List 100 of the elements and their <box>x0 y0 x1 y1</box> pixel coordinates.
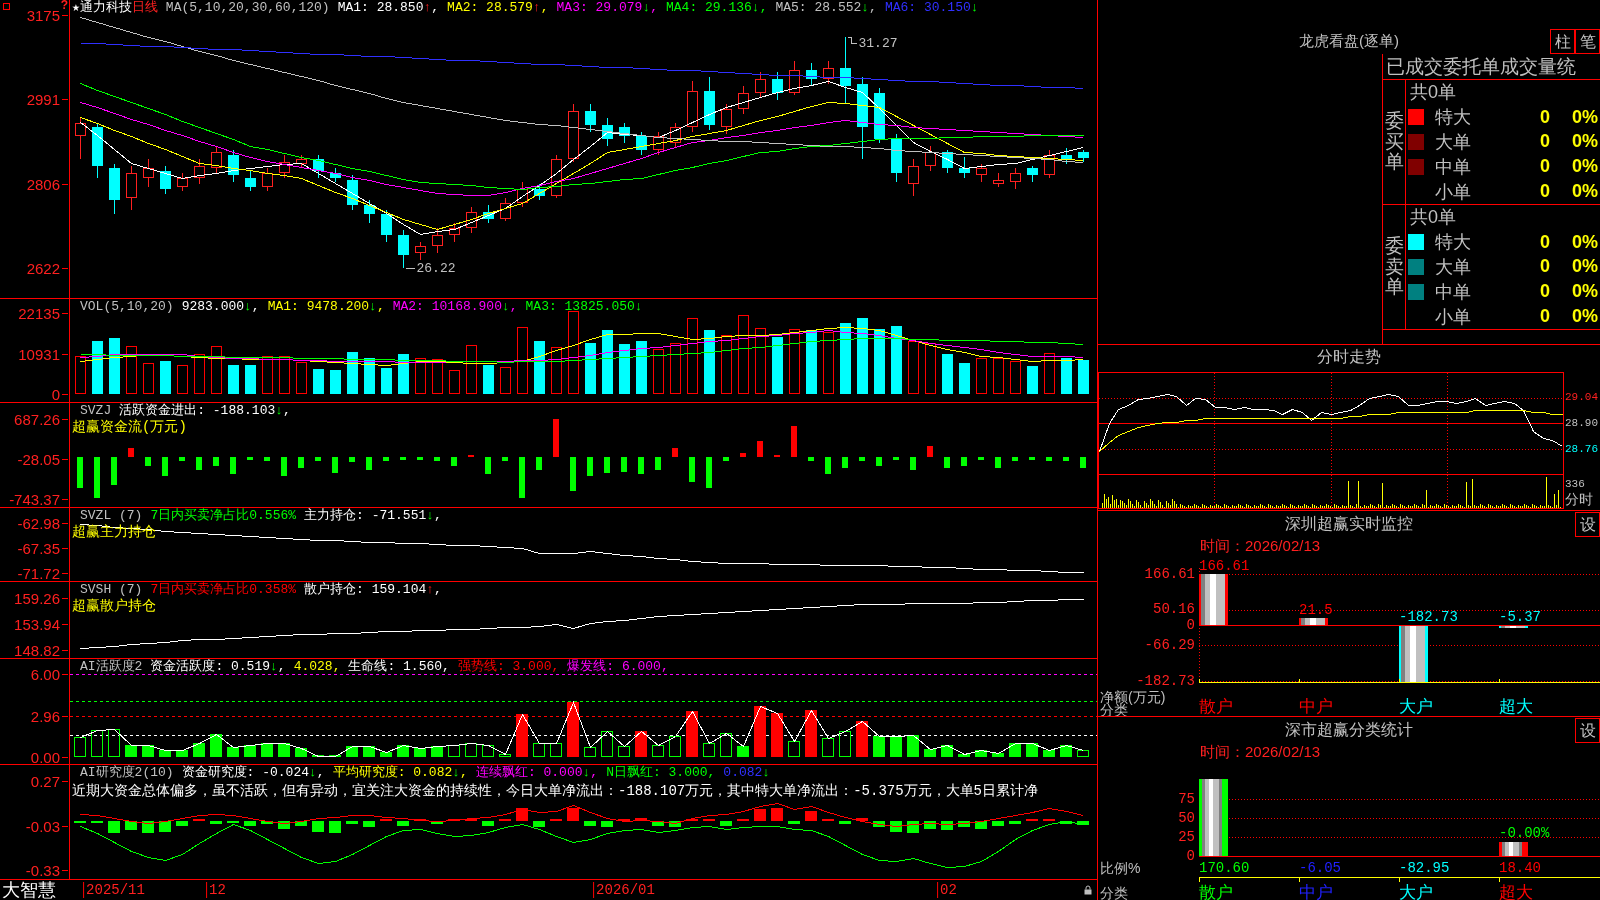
fund-flow-bar <box>247 457 253 460</box>
fund-flow-bar <box>230 457 236 474</box>
legend-text: , <box>869 0 877 16</box>
axis-label: -67.35 <box>17 539 60 557</box>
candle <box>1027 165 1038 183</box>
legend-text: SVSH (7) <box>80 582 143 598</box>
axis-label: 28.76 <box>1565 443 1598 456</box>
activity-bar <box>363 746 375 757</box>
order-percent: 0% <box>1571 281 1599 303</box>
trend-arrow: ↓ <box>369 299 377 315</box>
fund-flow-bar <box>315 457 321 461</box>
volume-bar <box>483 365 494 394</box>
fund-flow-bar <box>213 457 219 466</box>
fund-flow-bar <box>723 457 729 461</box>
volume-bar <box>551 347 562 394</box>
research-bar <box>516 808 528 821</box>
fund-flow-bar <box>400 457 406 460</box>
volume-bar <box>636 341 647 394</box>
candle <box>177 172 188 192</box>
legend-text: , <box>376 299 385 315</box>
candle <box>738 85 749 115</box>
research-bar <box>1060 821 1072 824</box>
activity-bar <box>805 710 817 757</box>
candle <box>789 60 800 96</box>
legend-text: 0.082 <box>723 765 763 781</box>
legend-text: 4.028, <box>293 659 341 675</box>
trend-arrow: ↑ <box>426 582 435 598</box>
candle <box>568 103 579 163</box>
volume-bar <box>1061 358 1072 394</box>
legend-text: , <box>316 765 325 781</box>
fund-flow-bar <box>162 457 168 476</box>
legend-text: , <box>434 582 442 598</box>
research-bar <box>788 821 800 824</box>
trend-arrow: ↓ <box>634 299 643 315</box>
research-bar <box>295 821 307 826</box>
candle <box>653 131 664 156</box>
candle <box>126 165 137 211</box>
axis-label: -182.73 <box>1136 672 1195 689</box>
volume-bar <box>126 346 137 394</box>
axis-caption: 净额(万元) <box>1100 691 1167 704</box>
research-bar <box>720 821 732 826</box>
research-bar <box>1009 821 1021 824</box>
candle <box>381 209 392 243</box>
activity-bar <box>414 748 426 757</box>
volume-bar <box>92 341 103 394</box>
research-bar <box>397 821 409 826</box>
legend-text: VOL(5,10,20) <box>80 299 174 315</box>
settings-button[interactable]: 设 <box>1575 512 1600 537</box>
trend-arrow: ↓ <box>244 299 252 315</box>
order-percent: 0% <box>1571 131 1599 153</box>
candle <box>534 183 545 201</box>
volume-bar <box>585 343 596 394</box>
net-amount-bar <box>1299 618 1328 625</box>
volume-bar <box>755 328 766 394</box>
legend-text: 资金活跃度: 0.519 <box>150 659 270 675</box>
period-label: 日线 <box>131 0 158 16</box>
activity-bar <box>771 713 783 757</box>
activity-bar <box>380 752 392 757</box>
legend-text: , <box>251 299 260 315</box>
fund-flow-bar <box>519 457 525 498</box>
fund-flow-bar <box>689 457 695 482</box>
activity-bar <box>346 746 358 757</box>
order-size-label: 特大 <box>1435 231 1472 255</box>
view-mode-button[interactable]: 笔 <box>1575 29 1600 54</box>
legend-text: 7日内买卖净占比0.556% <box>150 508 297 524</box>
lock-icon[interactable] <box>1084 885 1092 895</box>
legend-text: MA1: 9478.200 <box>267 299 370 315</box>
indicator-name: 超赢散户持仓 <box>72 598 157 614</box>
volume-bar <box>993 358 1004 394</box>
research-bar <box>873 821 885 827</box>
candle <box>687 80 698 133</box>
activity-bar <box>210 734 222 757</box>
volume-bar <box>908 341 919 394</box>
fund-flow-bar <box>1080 457 1086 468</box>
axis-label: 6.00 <box>30 665 60 683</box>
activity-bar <box>431 746 443 757</box>
trend-arrow: ↓ <box>426 508 435 524</box>
settings-button[interactable]: 设 <box>1575 718 1600 743</box>
volume-bar <box>1027 366 1038 394</box>
volume-bar <box>1044 353 1055 394</box>
order-size-label: 中单 <box>1435 155 1472 179</box>
activity-bar <box>652 745 664 757</box>
trend-arrow: ↓ <box>751 0 760 16</box>
activity-bar <box>1043 750 1055 757</box>
order-size-label: 中单 <box>1435 280 1472 304</box>
help-mark[interactable]: ? <box>60 0 68 12</box>
fund-flow-bar <box>927 446 933 457</box>
activity-bar <box>703 743 715 757</box>
legend-text: MA4: 29.136 <box>666 0 752 16</box>
view-mode-button[interactable]: 柱 <box>1550 29 1575 54</box>
order-count: 0 <box>1539 181 1551 203</box>
volume-bar <box>364 358 375 394</box>
research-bar <box>584 821 596 826</box>
candle <box>840 36 851 105</box>
panel-title: 分时走势 <box>1317 347 1381 367</box>
activity-bar <box>635 731 647 757</box>
candle <box>143 158 154 188</box>
candle <box>432 227 443 254</box>
fund-flow-bar <box>706 457 712 488</box>
fund-flow-bar <box>604 457 610 473</box>
